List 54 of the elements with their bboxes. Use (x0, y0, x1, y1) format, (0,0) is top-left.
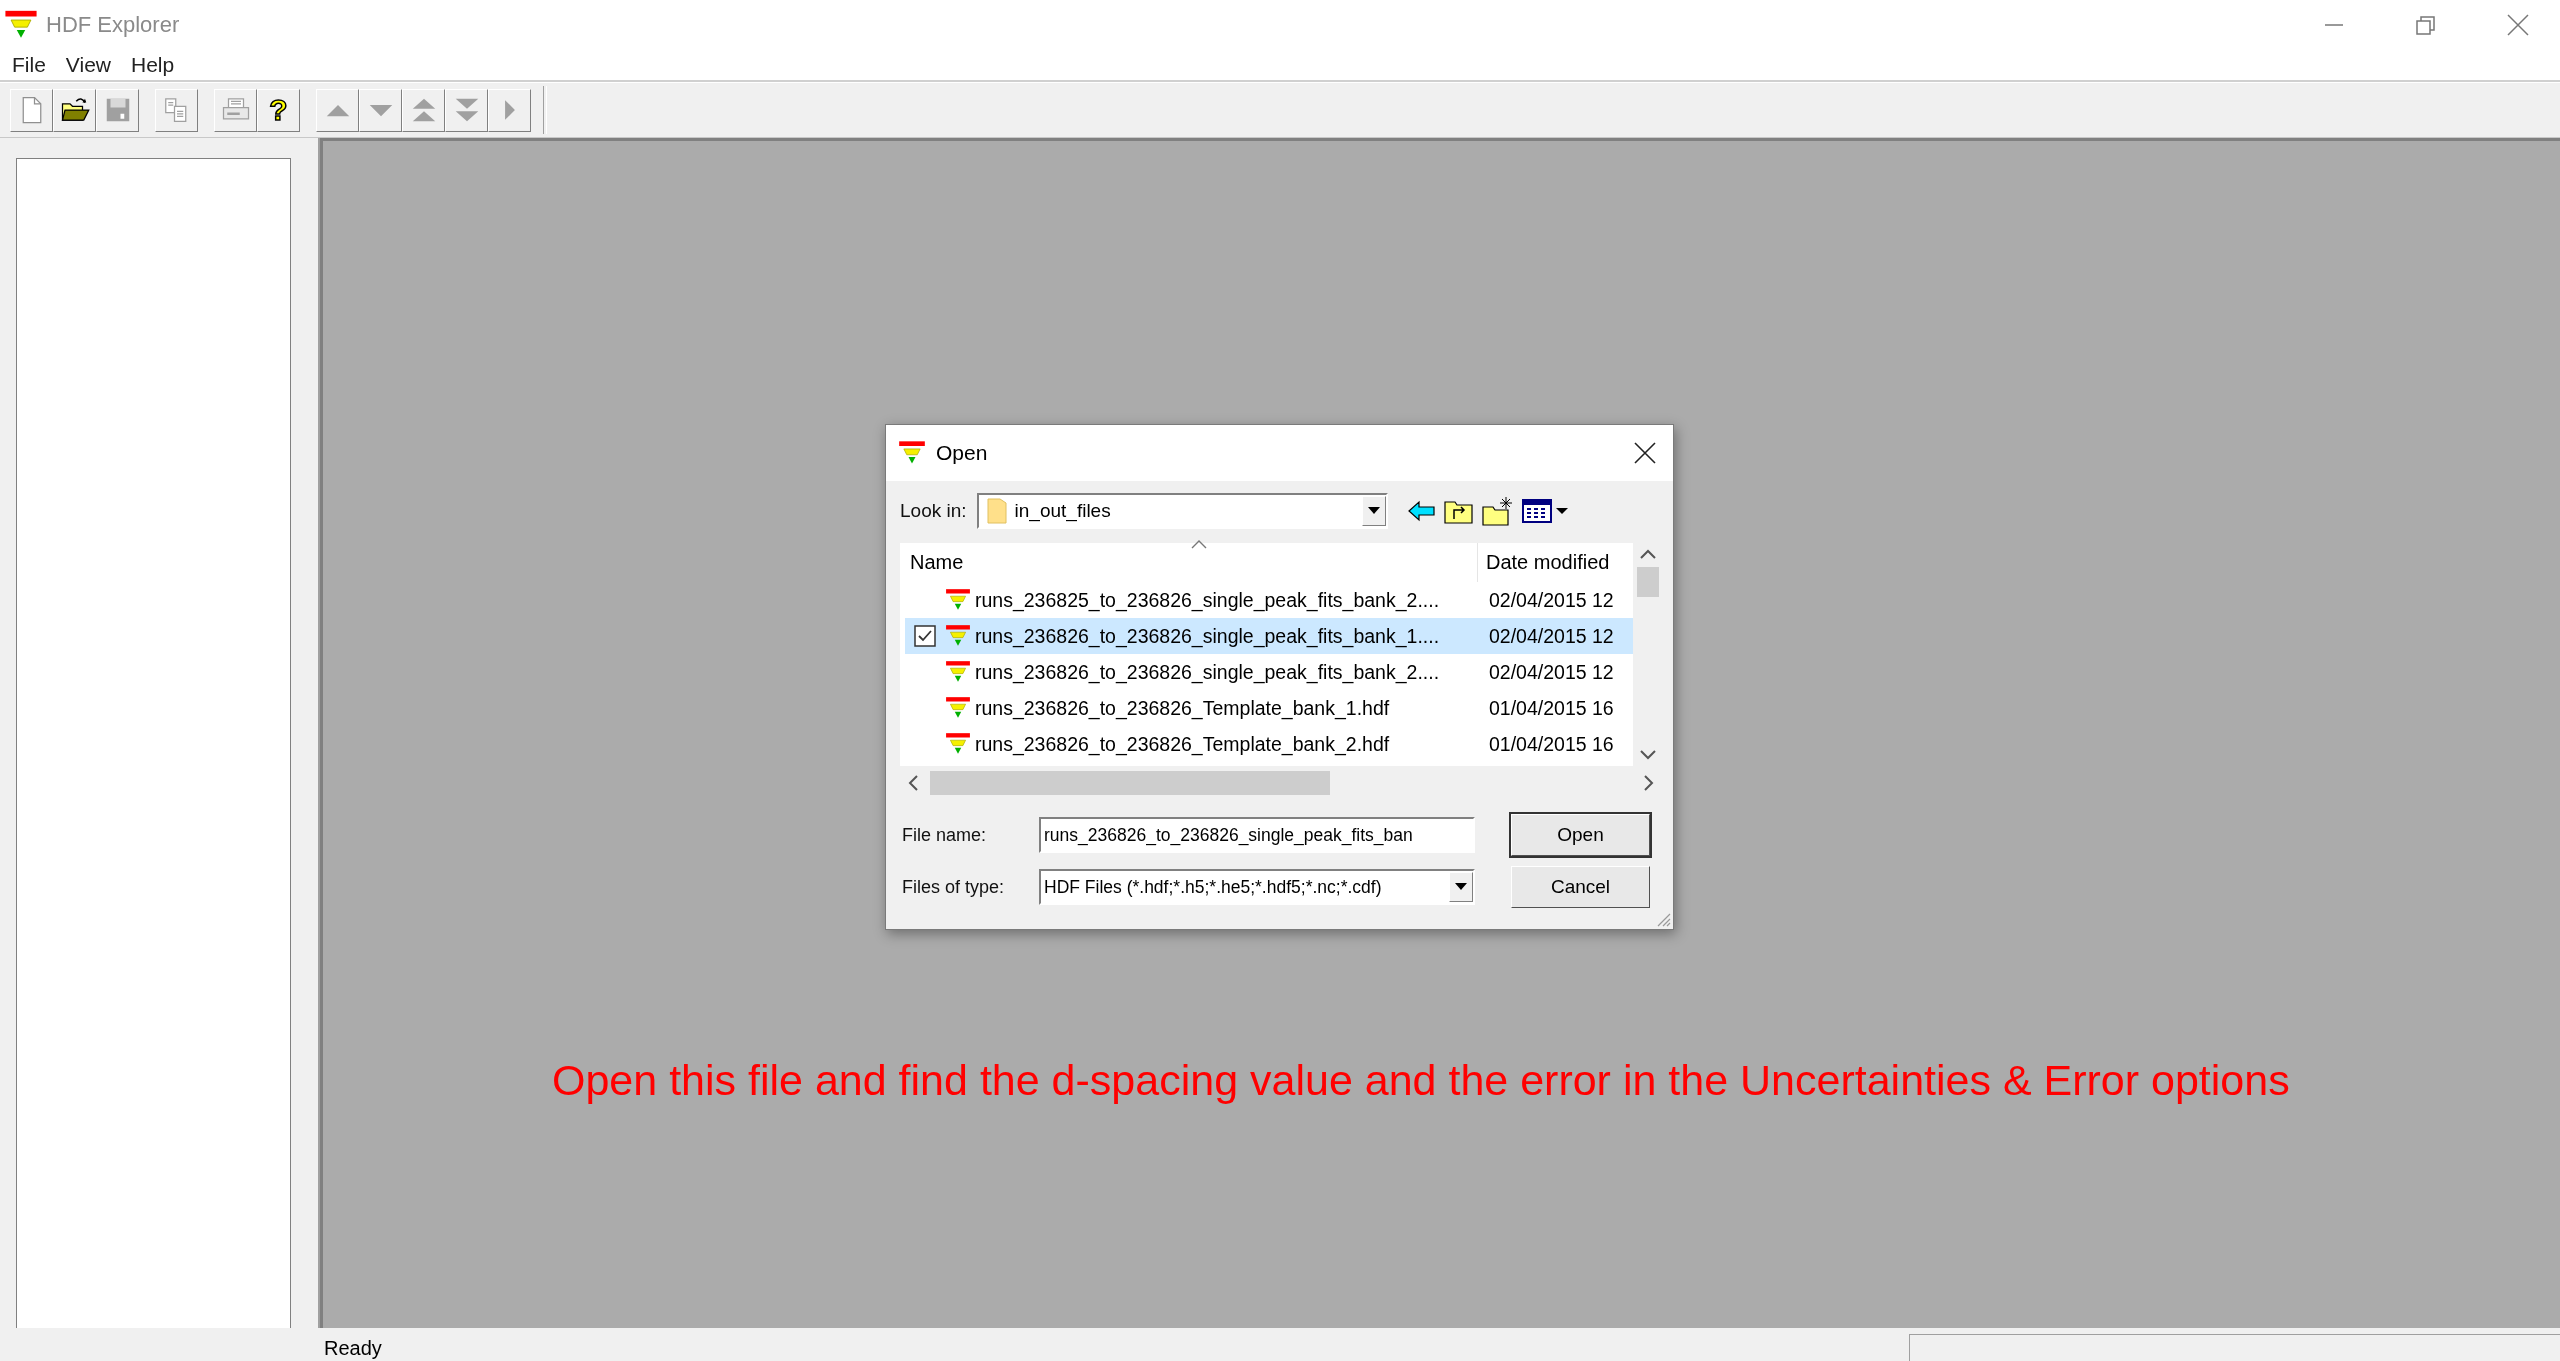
file-name: runs_236826_to_236826_Template_bank_1.hdf (974, 696, 1391, 720)
file-type-dropdown[interactable]: HDF Files (*.hdf;*.h5;*.he5;*.hdf5;*.nc;*.cdf) (1039, 869, 1475, 905)
file-row[interactable]: runs_236826_to_236826_Template_bank_2.hdf 01/04/2015 16 (905, 726, 1633, 762)
scroll-up-icon[interactable] (1639, 549, 1656, 559)
file-name: runs_236826_to_236826_single_peak_fits_bank_1.... (974, 624, 1441, 648)
back-arrow-icon[interactable] (1407, 500, 1436, 522)
file-name-label: File name: (902, 824, 988, 846)
status-text: Ready (323, 1336, 382, 1361)
window-title: HDF Explorer (46, 12, 180, 38)
close-icon (2507, 14, 2529, 36)
file-row[interactable]: runs_236826_to_236826_single_peak_fits_bank_2.... 02/04/2015 12 (905, 654, 1633, 690)
menu-item[interactable]: File (6, 53, 54, 77)
menu-item[interactable]: View (59, 53, 119, 77)
checkbox[interactable] (914, 625, 936, 647)
file-date: 02/04/2015 12 (1488, 624, 1614, 648)
file-date: 01/04/2015 16 (1488, 732, 1614, 756)
resize-grip-icon[interactable] (1655, 911, 1671, 927)
menu-item[interactable]: Help (125, 53, 183, 77)
file-name: runs_236825_to_236826_single_peak_fits_bank_2.... (974, 588, 1441, 612)
file-row[interactable]: runs_236825_to_236826_single_peak_fits_bank_2.... 02/04/2015 12 (905, 582, 1633, 618)
view-menu-icon[interactable] (1521, 498, 1570, 524)
dialog-button[interactable]: Open (1511, 814, 1650, 856)
file-date: 02/04/2015 12 (1488, 588, 1614, 612)
scroll-thumb[interactable] (1636, 567, 1659, 597)
scroll-thumb[interactable] (930, 770, 1330, 795)
dialog-title: Open (936, 441, 989, 465)
look-in-dropdown[interactable]: in_out_files (976, 493, 1388, 529)
instruction-text: Open this file and find the d-spacing value and the error in the Uncertainties & Error options (552, 1056, 2290, 1105)
column-header[interactable]: Date modified (1478, 551, 1610, 574)
restore-icon (2416, 15, 2436, 35)
dropdown-arrow-icon (1367, 507, 1380, 515)
folder-icon (986, 498, 1007, 524)
file-type-label: Files of type: (902, 876, 1006, 898)
new-folder-icon[interactable] (1481, 496, 1514, 526)
right-arrow-icon (503, 98, 516, 122)
dropdown-arrow-icon (1455, 883, 1467, 891)
dialog-button[interactable]: Cancel (1511, 866, 1650, 908)
splitter-bar[interactable] (291, 138, 320, 1328)
file-row[interactable]: runs_236826_to_236826_single_peak_fits_bank_1.... 02/04/2015 12 (905, 618, 1633, 654)
file-name: runs_236826_to_236826_single_peak_fits_bank_2.... (974, 660, 1441, 684)
scroll-down-icon[interactable] (1639, 750, 1656, 760)
column-header[interactable]: Name (900, 543, 1478, 582)
toolbar-button[interactable] (53, 88, 96, 132)
minimize-icon (2324, 23, 2344, 27)
close-icon (1634, 442, 1656, 464)
scroll-right-icon[interactable] (1644, 774, 1654, 791)
file-name: runs_236826_to_236826_Template_bank_2.hdf (974, 732, 1391, 756)
file-date: 01/04/2015 16 (1488, 696, 1614, 720)
file-date: 02/04/2015 12 (1488, 660, 1614, 684)
sort-caret-icon (1191, 539, 1207, 549)
scroll-left-icon[interactable] (908, 774, 918, 791)
look-in-label: Look in: (900, 500, 967, 522)
file-row[interactable]: runs_236826_to_236826_Template_bank_1.hdf 01/04/2015 16 (905, 690, 1633, 726)
file-name-field[interactable]: runs_236826_to_236826_single_peak_fits_ban (1039, 817, 1475, 853)
